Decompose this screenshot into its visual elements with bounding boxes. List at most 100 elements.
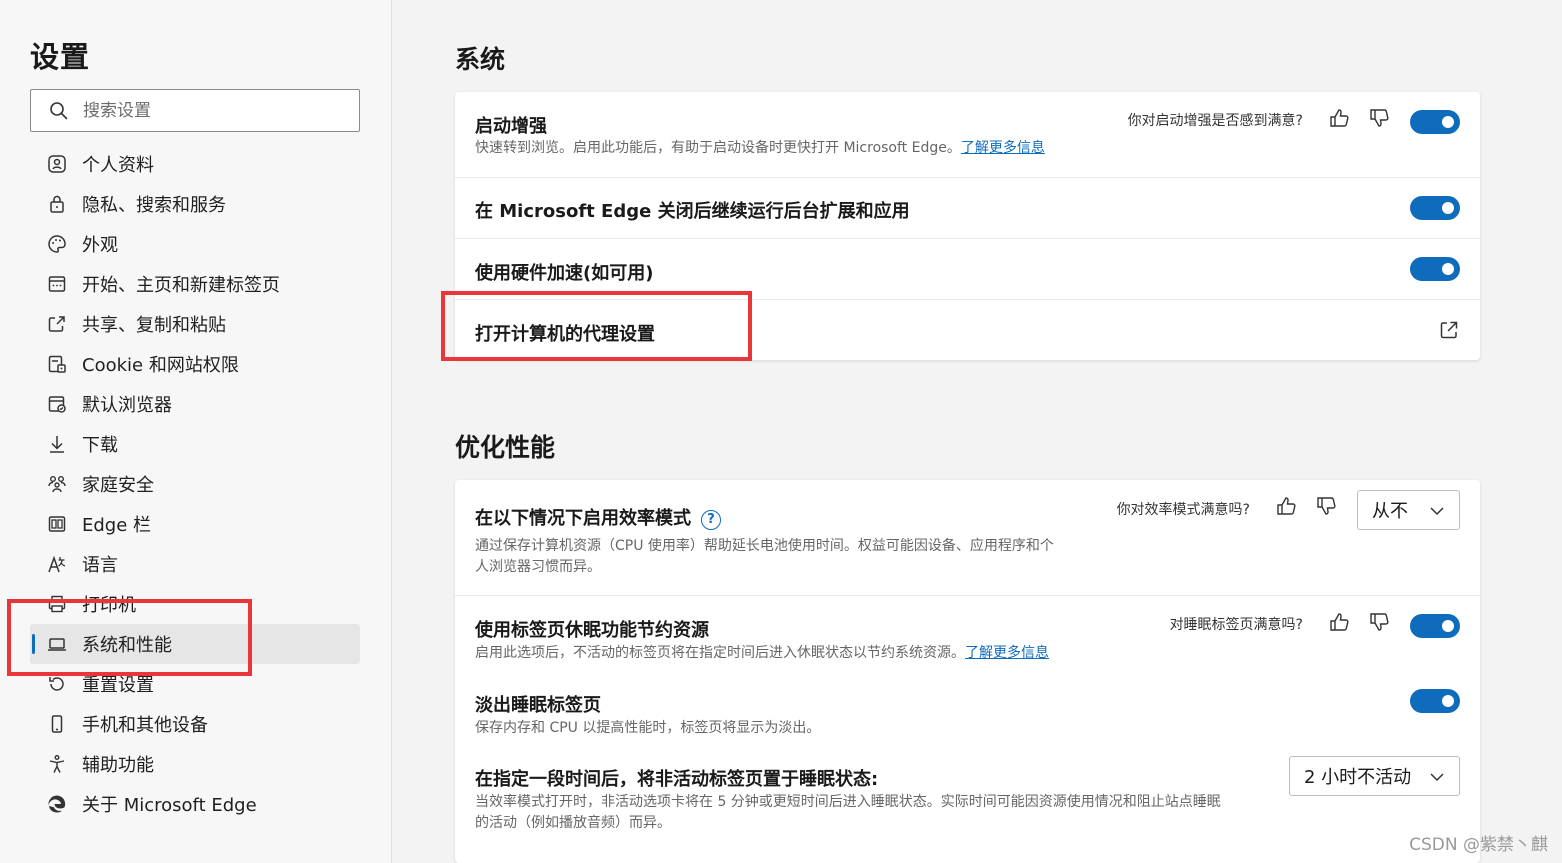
description-line: 当效率模式打开时，非活动选项卡将在 5 分钟或更短时间后进入睡眠状态。实际时间可… — [475, 794, 1221, 810]
description-line: 人浏览器习惯而异。 — [475, 559, 601, 575]
sidebar-item-label: 下载 — [82, 435, 118, 456]
description-line: 通过保存计算机资源（CPU 使用率）帮助延长电池使用时间。权益可能因设备、应用程… — [475, 538, 1054, 554]
sidebar-item-label: 个人资料 — [82, 155, 154, 176]
setting-description-fade: 保存内存和 CPU 以提高性能时，标签页将显示为淡出。 — [475, 720, 821, 736]
watermark: CSDN @紫禁丶麒 — [1409, 835, 1548, 855]
edge-logo-icon — [46, 793, 68, 815]
setting-row-startup-boost: 启动增强 快速转到浏览。启用此功能后，有助于启动设备时更快打开 Microsof… — [455, 92, 1480, 178]
sidebar-item-label: 默认浏览器 — [82, 395, 172, 416]
chevron-down-icon — [1429, 769, 1445, 785]
sidebar-item-edge-bar[interactable]: Edge 栏 — [30, 504, 360, 544]
highlight-box-system — [7, 599, 252, 676]
section-title-performance: 优化性能 — [455, 433, 556, 462]
thumbs-up-icon[interactable] — [1275, 495, 1299, 519]
sidebar-item-label: 共享、复制和粘贴 — [82, 315, 226, 336]
sidebar-item-label: 辅助功能 — [82, 755, 154, 776]
sidebar-item-label: 隐私、搜索和服务 — [82, 195, 226, 216]
phone-icon — [46, 713, 68, 735]
thumbs-down-icon[interactable] — [1368, 611, 1392, 635]
background-apps-toggle[interactable] — [1410, 196, 1460, 220]
external-link-icon[interactable] — [1438, 319, 1460, 341]
cookie-icon — [46, 353, 68, 375]
feedback-question: 对睡眠标签页满意吗? — [1169, 617, 1303, 633]
thumbs-down-icon[interactable] — [1315, 495, 1339, 519]
learn-more-link[interactable]: 了解更多信息 — [965, 645, 1049, 661]
sidebar-item-default-browser[interactable]: 默认浏览器 — [30, 384, 360, 424]
fade-sleeping-tabs-toggle[interactable] — [1410, 689, 1460, 713]
settings-main: 系统 启动增强 快速转到浏览。启用此功能后，有助于启动设备时更快打开 Micro… — [393, 0, 1562, 863]
setting-group-sleeping-tabs: 使用标签页休眠功能节约资源 启用此选项后，不活动的标签页将在指定时间后进入休眠状… — [455, 596, 1480, 861]
feedback-question: 你对效率模式满意吗? — [1116, 502, 1250, 518]
sidebar-item-label: 家庭安全 — [82, 475, 154, 496]
profile-icon — [46, 153, 68, 175]
lock-icon — [46, 193, 68, 215]
share-icon — [46, 313, 68, 335]
sidebar-item-privacy[interactable]: 隐私、搜索和服务 — [30, 184, 360, 224]
sidebar-item-about[interactable]: 关于 Microsoft Edge — [30, 784, 360, 824]
performance-card: 在以下情况下启用效率模式? 通过保存计算机资源（CPU 使用率）帮助延长电池使用… — [455, 480, 1480, 863]
section-title-system: 系统 — [455, 45, 506, 74]
thumbs-up-icon[interactable] — [1328, 107, 1352, 131]
page-title: 设置 — [30, 40, 91, 74]
language-icon — [46, 553, 68, 575]
setting-title-sleep-after: 在指定一段时间后，将非活动标签页置于睡眠状态: — [475, 769, 879, 790]
sidebar-item-profile[interactable]: 个人资料 — [30, 144, 360, 184]
sidebar-item-family[interactable]: 家庭安全 — [30, 464, 360, 504]
sidebar-item-label: 关于 Microsoft Edge — [82, 795, 257, 816]
edge-bar-icon — [46, 513, 68, 535]
help-icon[interactable]: ? — [701, 510, 721, 530]
sleep-timeout-dropdown[interactable]: 2 小时不活动 — [1289, 756, 1460, 796]
sidebar-item-accessibility[interactable]: 辅助功能 — [30, 744, 360, 784]
setting-title: 使用硬件加速(如可用) — [475, 263, 654, 284]
reset-icon — [46, 673, 68, 695]
sidebar-item-label: 语言 — [82, 555, 118, 576]
efficiency-mode-dropdown[interactable]: 从不 — [1357, 490, 1460, 530]
search-input[interactable] — [83, 90, 353, 131]
search-icon — [49, 101, 69, 121]
setting-row-efficiency-mode: 在以下情况下启用效率模式? 通过保存计算机资源（CPU 使用率）帮助延长电池使用… — [455, 480, 1480, 596]
dropdown-value: 2 小时不活动 — [1304, 767, 1412, 788]
download-icon — [46, 433, 68, 455]
description-text: 快速转到浏览。启用此功能后，有助于启动设备时更快打开 Microsoft Edg… — [475, 140, 961, 156]
learn-more-link[interactable]: 了解更多信息 — [961, 140, 1045, 156]
sidebar-item-start-home[interactable]: 开始、主页和新建标签页 — [30, 264, 360, 304]
thumbs-up-icon[interactable] — [1328, 611, 1352, 635]
thumbs-down-icon[interactable] — [1368, 107, 1392, 131]
sidebar-item-label: Cookie 和网站权限 — [82, 355, 239, 376]
sidebar-item-label: Edge 栏 — [82, 515, 152, 536]
sleeping-tabs-toggle[interactable] — [1410, 614, 1460, 638]
sidebar-item-appearance[interactable]: 外观 — [30, 224, 360, 264]
setting-description: 启用此选项后，不活动的标签页将在指定时间后进入休眠状态以节约系统资源。了解更多信… — [475, 643, 1049, 664]
setting-row-background-apps: 在 Microsoft Edge 关闭后继续运行后台扩展和应用 — [455, 178, 1480, 239]
feedback-question: 你对启动增强是否感到满意? — [1127, 113, 1303, 129]
settings-nav: 个人资料 隐私、搜索和服务 外观 开始、主页和新建标签页 共享、复制和粘贴 Co… — [30, 144, 360, 824]
setting-title: 在 Microsoft Edge 关闭后继续运行后台扩展和应用 — [475, 201, 910, 222]
sidebar-item-cookies[interactable]: Cookie 和网站权限 — [30, 344, 360, 384]
settings-sidebar: 设置 个人资料 隐私、搜索和服务 外观 开始、主页和新建标签页 共享、复制和粘贴 — [0, 0, 392, 863]
description-text: 启用此选项后，不活动的标签页将在指定时间后进入休眠状态以节约系统资源。 — [475, 645, 965, 661]
sidebar-item-label: 开始、主页和新建标签页 — [82, 275, 280, 296]
setting-title: 启动增强 — [475, 116, 547, 137]
setting-description-sleep-after: 当效率模式打开时，非活动选项卡将在 5 分钟或更短时间后进入睡眠状态。实际时间可… — [475, 792, 1221, 834]
hardware-acceleration-toggle[interactable] — [1410, 257, 1460, 281]
sidebar-item-share[interactable]: 共享、复制和粘贴 — [30, 304, 360, 344]
chevron-down-icon — [1429, 503, 1445, 519]
description-line: 的活动（例如播放音频）而异。 — [475, 815, 671, 831]
setting-description: 通过保存计算机资源（CPU 使用率）帮助延长电池使用时间。权益可能因设备、应用程… — [475, 536, 1054, 578]
setting-title-fade: 淡出睡眠标签页 — [475, 695, 601, 716]
accessibility-icon — [46, 753, 68, 775]
new-tab-icon — [46, 273, 68, 295]
family-icon — [46, 473, 68, 495]
sidebar-item-phone[interactable]: 手机和其他设备 — [30, 704, 360, 744]
setting-title: 在以下情况下启用效率模式? — [475, 504, 721, 530]
search-box[interactable] — [30, 89, 360, 132]
sidebar-item-downloads[interactable]: 下载 — [30, 424, 360, 464]
highlight-box-proxy — [441, 291, 752, 361]
dropdown-value: 从不 — [1372, 501, 1408, 522]
startup-boost-toggle[interactable] — [1410, 110, 1460, 134]
setting-title: 使用标签页休眠功能节约资源 — [475, 620, 709, 641]
palette-icon — [46, 233, 68, 255]
title-text: 在以下情况下启用效率模式 — [475, 508, 691, 529]
sidebar-item-label: 外观 — [82, 235, 118, 256]
sidebar-item-languages[interactable]: 语言 — [30, 544, 360, 584]
